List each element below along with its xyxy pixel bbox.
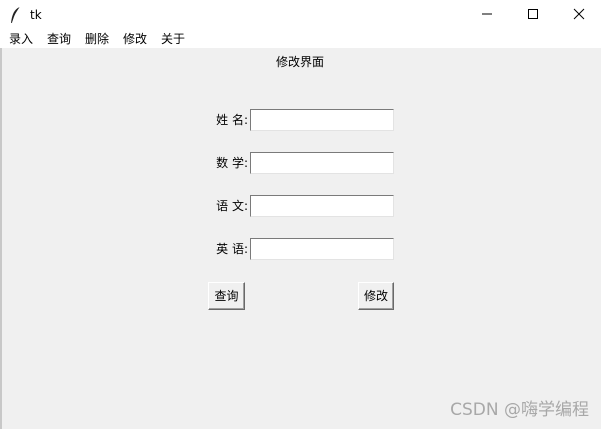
minimize-button[interactable]	[464, 0, 510, 30]
title-bar[interactable]: tk	[0, 0, 601, 30]
query-button[interactable]: 查询	[208, 282, 245, 310]
menu-item-entry[interactable]: 录入	[8, 31, 34, 47]
minimize-icon	[481, 8, 493, 23]
app-window: tk 录入 查询 删除 修改 关于 修改界面 姓 名: 数 学: 语 文: 英 …	[0, 0, 601, 429]
menu-item-modify[interactable]: 修改	[122, 31, 148, 47]
menu-item-delete[interactable]: 删除	[84, 31, 110, 47]
close-icon	[573, 8, 585, 23]
page-title: 修改界面	[275, 55, 324, 69]
close-button[interactable]	[556, 0, 601, 30]
maximize-icon	[527, 8, 539, 23]
chinese-label: 语 文:	[216, 199, 248, 213]
modify-button[interactable]: 修改	[358, 282, 394, 310]
english-label: 英 语:	[216, 242, 248, 256]
maximize-button[interactable]	[510, 0, 556, 30]
name-input[interactable]	[250, 109, 394, 131]
math-input[interactable]	[250, 152, 394, 174]
menu-item-query[interactable]: 查询	[46, 31, 72, 47]
menu-item-about[interactable]: 关于	[160, 31, 186, 47]
math-label: 数 学:	[216, 156, 248, 170]
name-label: 姓 名:	[216, 113, 248, 127]
window-title: tk	[30, 8, 42, 22]
english-input[interactable]	[250, 238, 394, 260]
chinese-input[interactable]	[250, 195, 394, 217]
menu-bar: 录入 查询 删除 修改 关于	[0, 30, 601, 48]
feather-icon	[8, 6, 24, 24]
watermark: CSDN @嗨学编程	[450, 400, 589, 420]
